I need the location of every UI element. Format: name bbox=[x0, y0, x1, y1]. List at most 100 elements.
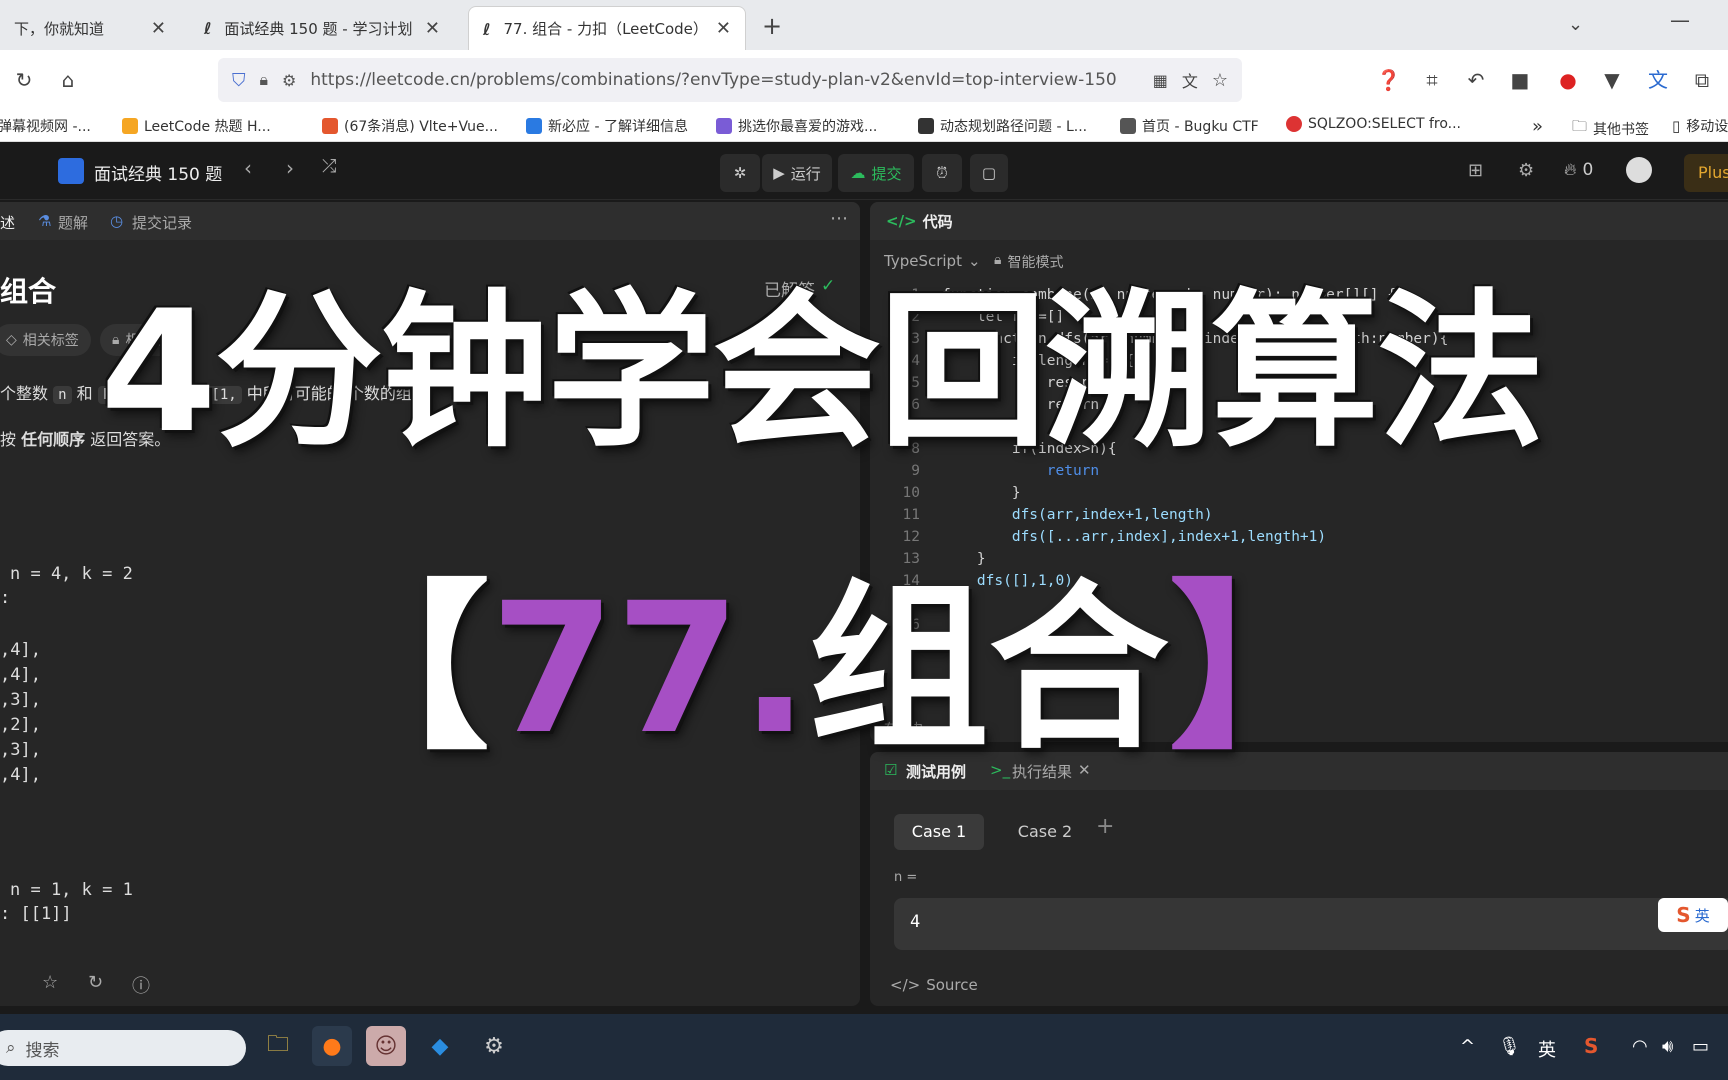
study-plan-title[interactable]: 面试经典 150 题 bbox=[94, 160, 222, 185]
add-case-button[interactable]: + bbox=[1096, 814, 1114, 839]
tab-solutions[interactable]: 题解 bbox=[58, 212, 88, 233]
file-explorer-icon[interactable]: 🗀 bbox=[258, 1026, 298, 1066]
close-icon[interactable]: ✕ bbox=[151, 18, 166, 39]
bookmark-item[interactable]: (67条消息) Vlte+Vue... bbox=[322, 116, 498, 136]
leetcode-top-nav: 面试经典 150 题 ‹ › ⤮ ✲ ▶ 运行 ☁ 提交 ⏰︎ ▢ ⊞ ⚙ 🔥︎ 0 … bbox=[0, 142, 1728, 200]
smart-mode-toggle[interactable]: 🔒︎ 智能模式 bbox=[994, 252, 1063, 272]
code-line: 12 dfs([...arr,index],index+1,length+1) bbox=[902, 529, 1327, 545]
close-icon[interactable]: ✕ bbox=[716, 18, 731, 39]
leetcode-icon bbox=[122, 118, 138, 134]
input-label: n = bbox=[894, 870, 918, 885]
next-question-icon[interactable]: › bbox=[286, 156, 294, 180]
bookmark-item[interactable]: 动态规划路径问题 - L... bbox=[918, 116, 1087, 136]
language-select[interactable]: TypeScript ⌄ bbox=[884, 252, 981, 270]
cloud-upload-icon: ☁ bbox=[850, 164, 866, 182]
search-icon: ⌕ bbox=[6, 1038, 16, 1058]
description-tabs: 述 ⚗ 题解 ◷ 提交记录 ⋯ bbox=[0, 202, 860, 240]
game-icon bbox=[716, 118, 732, 134]
qr-code-icon[interactable]: ▦ bbox=[1153, 71, 1168, 90]
minimize-icon[interactable]: — bbox=[1670, 8, 1690, 32]
extension-icon[interactable]: ● bbox=[1556, 68, 1580, 92]
flag-icon bbox=[1120, 118, 1136, 134]
new-tab-button[interactable]: + bbox=[762, 12, 782, 40]
translate-extension-icon[interactable]: 文 bbox=[1646, 68, 1670, 92]
overlay-subtitle: 【77.组合】 bbox=[310, 565, 1349, 774]
volume-icon[interactable]: 🔊︎ bbox=[1662, 1036, 1673, 1057]
testcase-panel: ☑ 测试用例 >_ 执行结果 ✕ Case 1 Case 2 + n = 4 S… bbox=[870, 752, 1728, 1006]
undo-icon[interactable]: ↶ bbox=[1464, 68, 1488, 92]
bookmark-star-icon[interactable]: ☆ bbox=[1212, 70, 1228, 91]
puzzle-icon[interactable]: ⧉ bbox=[1690, 68, 1714, 92]
translate-icon[interactable]: 文 bbox=[1182, 68, 1198, 92]
ime-indicator[interactable]: S 英 bbox=[1658, 898, 1728, 932]
tab-submissions[interactable]: 提交记录 bbox=[132, 212, 192, 233]
reload-icon[interactable]: ↻ bbox=[12, 68, 36, 92]
bookmark-item[interactable]: 挑选你最喜爱的游戏... bbox=[716, 116, 877, 136]
microphone-icon[interactable]: 🎙︎ bbox=[1498, 1036, 1521, 1057]
bookmark-folder[interactable]: ▯ 移动设 bbox=[1672, 116, 1728, 136]
crop-icon[interactable]: ⌗ bbox=[1420, 68, 1444, 92]
debug-button[interactable]: ✲ bbox=[720, 154, 760, 192]
browser-tab[interactable]: ℓ 面试经典 150 题 - 学习计划 - 力 ✕ bbox=[190, 6, 454, 50]
plus-button[interactable]: Plus bbox=[1684, 154, 1728, 192]
wifi-icon[interactable]: ◠ bbox=[1632, 1036, 1648, 1057]
bug-icon: ✲ bbox=[733, 164, 747, 182]
alarm-icon: ⏰︎ bbox=[936, 164, 948, 182]
bookmark-item[interactable]: SQLZOO:SELECT fro... bbox=[1286, 116, 1461, 132]
case-2-tab[interactable]: Case 2 bbox=[1000, 814, 1090, 850]
more-icon[interactable]: ⋯ bbox=[830, 208, 848, 229]
bookmark-item[interactable]: 新必应 - 了解详细信息 bbox=[526, 116, 688, 136]
bookmark-item[interactable]: 首页 - Bugku CTF bbox=[1120, 116, 1259, 136]
notes-button[interactable]: ▢ bbox=[970, 154, 1008, 192]
battery-icon[interactable]: ▭ bbox=[1692, 1036, 1709, 1057]
sogou-icon[interactable]: S bbox=[1584, 1034, 1598, 1058]
prev-question-icon[interactable]: ‹ bbox=[244, 156, 252, 180]
address-bar[interactable]: ⛉ 🔒︎ ⚙ https://leetcode.cn/problems/comb… bbox=[218, 58, 1242, 102]
tab-title: 77. 组合 - 力扣（LeetCode） bbox=[503, 20, 708, 38]
gear-icon[interactable]: ⚙ bbox=[1518, 160, 1534, 181]
browser-tab[interactable]: 下，你就知道 ✕ bbox=[0, 6, 180, 50]
layout-icon[interactable]: ⊞ bbox=[1468, 160, 1483, 181]
extension-icon[interactable]: ■ bbox=[1508, 68, 1532, 92]
timer-button[interactable]: ⏰︎ bbox=[922, 154, 962, 192]
bing-icon bbox=[526, 118, 542, 134]
shuffle-icon[interactable]: ⤮ bbox=[322, 156, 336, 177]
example2-input: n = 1, k = 1 bbox=[10, 880, 133, 900]
ime-toggle[interactable]: 英 bbox=[1538, 1036, 1556, 1062]
related-tags-button[interactable]: ◇ 相关标签 bbox=[0, 324, 91, 356]
avatar[interactable] bbox=[1626, 157, 1652, 183]
vscode-icon[interactable]: ◆ bbox=[420, 1026, 460, 1066]
tab-description[interactable]: 述 bbox=[0, 212, 15, 233]
help-icon[interactable]: ❓ bbox=[1376, 68, 1401, 92]
app-icon[interactable]: ☺ bbox=[366, 1026, 406, 1066]
submit-button[interactable]: ☁ 提交 bbox=[838, 154, 914, 192]
example2-output: : [[1]] bbox=[0, 904, 72, 924]
source-link[interactable]: </> Source bbox=[890, 976, 978, 994]
taskbar-search[interactable]: ⌕ 搜索 bbox=[0, 1030, 246, 1066]
vue-devtools-icon[interactable]: ▼ bbox=[1600, 68, 1624, 92]
bookmarks-bar: 弹幕视频网 -... LeetCode 热题 H... (67条消息) Vlte… bbox=[0, 110, 1728, 142]
bookmark-folder[interactable]: 🗀 其他书签 bbox=[1572, 116, 1649, 141]
tab-title: 面试经典 150 题 - 学习计划 - 力 bbox=[224, 19, 417, 38]
bookmark-item[interactable]: 弹幕视频网 -... bbox=[0, 116, 91, 136]
tab-list-chevron-icon[interactable]: ⌄ bbox=[1568, 14, 1583, 35]
close-icon[interactable]: ✕ bbox=[425, 18, 440, 39]
more-bookmarks-icon[interactable]: » bbox=[1532, 116, 1543, 137]
bookmark-item[interactable]: LeetCode 热题 H... bbox=[122, 116, 271, 136]
share-icon[interactable]: ↻ bbox=[88, 972, 103, 993]
help-icon[interactable]: ⓘ bbox=[132, 972, 150, 998]
note-icon: ▢ bbox=[981, 164, 997, 182]
app-icon[interactable]: ⚙ bbox=[474, 1026, 514, 1066]
browser-tab-active[interactable]: ℓ 77. 组合 - 力扣（LeetCode） ✕ bbox=[468, 6, 746, 50]
star-icon[interactable]: ☆ bbox=[42, 972, 58, 993]
streak-counter[interactable]: 🔥︎ 0 bbox=[1564, 160, 1593, 180]
firefox-icon[interactable]: ● bbox=[312, 1026, 352, 1066]
site-settings-icon[interactable]: ⚙ bbox=[282, 71, 296, 90]
testcase-input[interactable]: 4 bbox=[894, 898, 1728, 950]
home-icon[interactable]: ⌂ bbox=[56, 68, 80, 92]
run-button[interactable]: ▶ 运行 bbox=[762, 154, 832, 192]
url-text[interactable]: https://leetcode.cn/problems/combination… bbox=[310, 70, 1138, 90]
csdn-icon bbox=[322, 118, 338, 134]
case-1-tab[interactable]: Case 1 bbox=[894, 814, 984, 850]
tray-chevron-icon[interactable]: ^ bbox=[1460, 1036, 1475, 1057]
